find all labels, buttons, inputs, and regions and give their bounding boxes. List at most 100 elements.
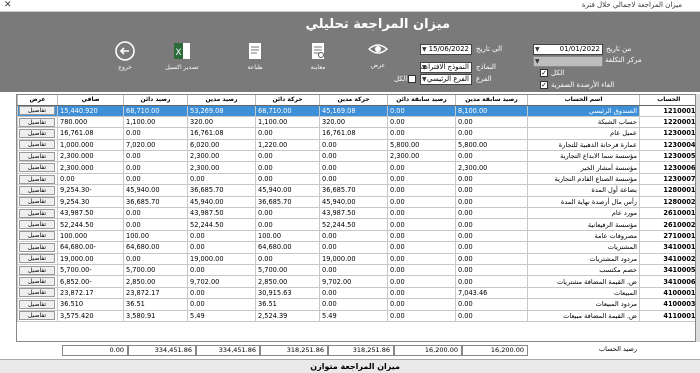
table-row[interactable]: 1220001 حساب الشبكة 0.00 0.00 320.00 1,100.00… xyxy=(17,116,695,129)
column-header[interactable]: صافي xyxy=(57,95,124,106)
preview-button[interactable]: معاينة xyxy=(296,40,340,80)
zero-balance-label: الغاء الأرصدة الصفرية xyxy=(551,81,615,89)
table-row[interactable]: 1280002 رأس مال أرصدة نهاية المدة 0.00 0.00… xyxy=(17,196,695,209)
details-button[interactable]: تفاصيل xyxy=(19,311,55,321)
table-row[interactable]: 1230004 عمارة فرحانة الذهبية للتجارة 5,800… xyxy=(17,139,695,152)
table-row[interactable]: 1230007 مؤسسة الصناع القادم التجارية 0.00 0… xyxy=(17,173,695,186)
to-date-field[interactable]: ▼ 15/06/2022 xyxy=(420,44,472,55)
cost-center-label: مركز التكلفة xyxy=(605,56,642,64)
from-date-field[interactable]: ▼ 01/01/2022 xyxy=(533,44,603,55)
prev-debit-cell: 0.00 xyxy=(455,196,528,209)
table-row[interactable]: 1280001 بضاعة أول المدة 0.00 0.00 36,685.70 4… xyxy=(17,184,695,197)
net-balance-cell: 1,000.000 xyxy=(57,139,124,152)
account-code-cell: 1280001 xyxy=(639,184,695,197)
prev-credit-cell: 0.00 xyxy=(387,105,456,117)
column-header[interactable]: رصيد سابقة مدين xyxy=(455,95,528,106)
net-balance-cell: 9,254.30 xyxy=(57,196,124,209)
table-row[interactable]: 1210001 الصندوق الرئيسي 8,100.00 0.00 45,169… xyxy=(17,105,695,117)
movement-credit-cell: 100.00 xyxy=(255,230,320,243)
account-code-cell: 4100003 xyxy=(639,298,695,311)
print-button[interactable]: طباعة xyxy=(233,40,277,80)
balance-debit-cell: 0.00 xyxy=(187,241,256,254)
details-button[interactable]: تفاصيل xyxy=(19,208,55,218)
table-row[interactable]: 3410005 خصم مكتسب 0.00 0.00 0.00 5,700.00 0.00… xyxy=(17,264,695,277)
details-button[interactable]: تفاصيل xyxy=(19,265,55,275)
vertical-scrollbar[interactable] xyxy=(696,94,700,342)
table-row[interactable]: 3410006 ض. القيمة المضافة مشتريات 0.00 0.00… xyxy=(17,275,695,288)
details-button[interactable]: تفاصيل xyxy=(19,185,55,195)
window-titlebar: ✕ ميزان المراجعة لاجمالي خلال فترة xyxy=(0,0,700,12)
balance-credit-cell: 36.51 xyxy=(123,298,188,311)
movement-debit-cell: 5.49 xyxy=(319,310,388,322)
account-name-cell: رأس مال أرصدة نهاية المدة xyxy=(527,196,640,209)
column-header[interactable]: الحساب xyxy=(639,95,695,106)
table-row[interactable]: 1230001 عميل عام 0.00 0.00 16,761.08 0.00 16,7… xyxy=(17,127,695,140)
prev-credit-cell: 0.00 xyxy=(387,275,456,288)
account-code-cell: 1230006 xyxy=(639,161,695,174)
details-button[interactable]: تفاصيل xyxy=(19,151,55,161)
column-header[interactable]: رصيد دائن xyxy=(123,95,188,106)
table-row[interactable]: 3410002 مردود المشتريات 0.00 0.00 19,000.00 0… xyxy=(17,253,695,265)
from-date-label: من تاريخ xyxy=(606,45,632,53)
details-cell: تفاصيل xyxy=(17,230,58,243)
details-button[interactable]: تفاصيل xyxy=(19,163,55,173)
column-header[interactable]: اسم الحساب xyxy=(527,95,640,106)
table-row[interactable]: 1230006 مؤسسة أمشار الخير 2,300.00 0.00 0.00… xyxy=(17,161,695,174)
details-button[interactable]: تفاصيل xyxy=(19,254,55,264)
details-button[interactable]: تفاصيل xyxy=(19,197,55,207)
to-date-label: الى تاريخ xyxy=(476,45,503,53)
status-footer: ميزان المراجعة متوازن xyxy=(0,359,700,373)
column-header[interactable]: حركة مدين xyxy=(319,95,388,106)
account-name-cell: عميل عام xyxy=(527,127,640,140)
account-name-cell: ض. القيمة المضافة مشتريات xyxy=(527,275,640,288)
model-select[interactable]: ▼ النموذج الافتراضي xyxy=(420,62,472,73)
balance-credit-cell: 2,850.00 xyxy=(123,275,188,288)
details-button[interactable]: تفاصيل xyxy=(19,140,55,150)
column-header[interactable]: رصيد مدين xyxy=(187,95,256,106)
all-cost-centers-checkbox[interactable]: ✓ xyxy=(540,69,548,77)
details-button[interactable]: تفاصيل xyxy=(19,220,55,230)
account-code-cell: 1210001 xyxy=(639,105,695,117)
net-balance-cell: 0.00 xyxy=(57,173,124,186)
total-value: 318,251.86 xyxy=(328,345,394,356)
table-header-row: الحساب اسم الحساب رصيد سابقة مدين رصيد س… xyxy=(17,95,695,106)
table-row[interactable]: 4100003 مردود المبيعات 0.00 0.00 0.00 36.51 0.… xyxy=(17,298,695,311)
export-excel-button[interactable]: X تصدير اكسيل xyxy=(160,40,204,80)
table-row[interactable]: 2610002 مؤسسة الرفيعانية 0.00 0.00 52,244.50… xyxy=(17,218,695,231)
movement-debit-cell: 52,244.50 xyxy=(319,218,388,231)
details-cell: تفاصيل xyxy=(17,139,58,152)
column-header[interactable]: عرض xyxy=(17,95,58,106)
close-icon[interactable]: ✕ xyxy=(4,0,12,10)
column-header[interactable]: رصيد سابقة دائن xyxy=(387,95,456,106)
all-branches-checkbox[interactable] xyxy=(408,75,416,83)
details-button[interactable]: تفاصيل xyxy=(19,299,55,309)
details-button[interactable]: تفاصيل xyxy=(19,242,55,252)
view-button[interactable]: عرض xyxy=(356,38,400,78)
table-row[interactable]: 1230005 مؤسسة سما الابداع التجارية 0.00 2,3… xyxy=(17,150,695,163)
details-button[interactable]: تفاصيل xyxy=(19,174,55,184)
table-row[interactable]: 4100001 المبيعات 7,043.46 0.00 0.00 30,915.63… xyxy=(17,287,695,300)
cost-center-field[interactable]: ▼ xyxy=(533,56,603,67)
table-row[interactable]: 3410001 المشتريات 0.00 0.00 0.00 64,680.00 0.0… xyxy=(17,241,695,254)
table-row[interactable]: 4110001 ض. القيمة المضافة مبيعات 0.00 0.00 5… xyxy=(17,310,695,322)
details-button[interactable]: تفاصيل xyxy=(19,128,55,138)
column-header[interactable]: حركة دائن xyxy=(255,95,320,106)
exit-button[interactable]: خروج xyxy=(103,40,147,80)
trial-balance-table: الحساب اسم الحساب رصيد سابقة مدين رصيد س… xyxy=(17,95,695,322)
details-button[interactable]: تفاصيل xyxy=(19,106,55,116)
account-name-cell: مصروفات عامة xyxy=(527,230,640,243)
details-button[interactable]: تفاصيل xyxy=(19,277,55,287)
table-row[interactable]: 2610001 مورد عام 0.00 0.00 43,987.50 0.00 43,9… xyxy=(17,207,695,220)
movement-debit-cell: 43,987.50 xyxy=(319,207,388,220)
balance-debit-cell: 0.00 xyxy=(187,287,256,300)
movement-debit-cell: 0.00 xyxy=(319,230,388,243)
details-button[interactable]: تفاصيل xyxy=(19,117,55,127)
details-button[interactable]: تفاصيل xyxy=(19,231,55,241)
balance-debit-cell: 5.49 xyxy=(187,310,256,322)
movement-credit-cell: 1,220.00 xyxy=(255,139,320,152)
net-balance-cell: 52,244.50 xyxy=(57,218,124,231)
branch-select[interactable]: ▼ الفرع الرئيسي xyxy=(420,74,472,85)
details-button[interactable]: تفاصيل xyxy=(19,288,55,298)
table-row[interactable]: 2710001 مصروفات عامة 0.00 0.00 0.00 100.00 0.0… xyxy=(17,230,695,243)
zero-balance-checkbox[interactable]: ✓ xyxy=(540,81,548,89)
